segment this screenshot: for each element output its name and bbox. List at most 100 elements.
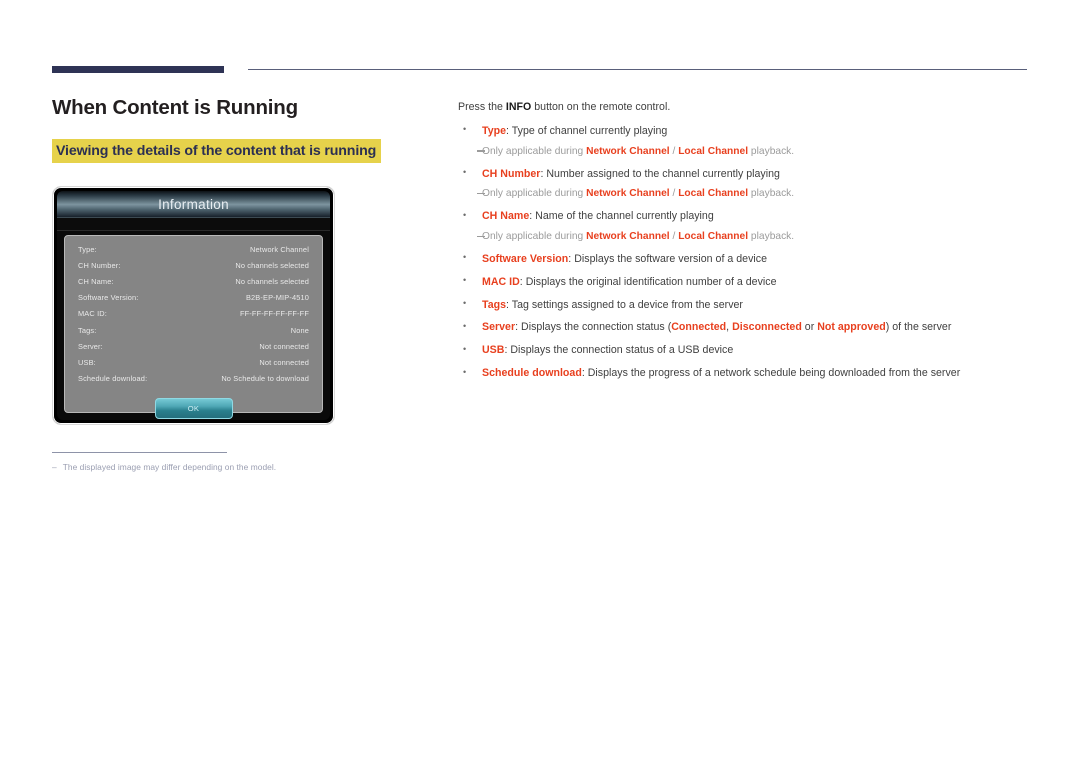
note-dash-icon (477, 235, 485, 238)
note-prefix: Only applicable during (482, 145, 587, 157)
note-channel-local: Local Channel (678, 145, 749, 157)
intro-line: Press the INFO button on the remote cont… (458, 100, 1038, 115)
dialog-inner-frame: Information Type: Network Channel CH Num… (57, 190, 330, 420)
info-row: Schedule download: No Schedule to downlo… (78, 374, 309, 390)
term-desc-a: : Displays the connection status ( (515, 321, 672, 334)
status-not-approved: Not approved (817, 321, 886, 334)
intro-after: button on the remote control. (531, 101, 671, 113)
info-value: No channels selected (235, 260, 309, 270)
ok-button[interactable]: OK (154, 398, 233, 420)
note-suffix: playback. (748, 145, 795, 157)
info-row: CH Number: No channels selected (78, 261, 309, 277)
info-label: Schedule download: (78, 374, 148, 384)
info-label: Tags: (78, 325, 97, 335)
info-label: Type: (78, 244, 97, 254)
term-desc: : Type of channel currently playing (506, 124, 668, 137)
term-desc: : Displays the progress of a network sch… (581, 367, 961, 380)
term-label: Software Version (482, 252, 569, 265)
status-connected: Connected (671, 321, 727, 334)
term-label: CH Number (482, 167, 541, 180)
term-desc: : Displays the connection status of a US… (504, 344, 734, 357)
term-label: Tags (482, 298, 507, 311)
information-dialog: Information Type: Network Channel CH Num… (52, 185, 335, 425)
right-column: Press the INFO button on the remote cont… (458, 100, 1038, 389)
note-suffix: playback. (748, 231, 795, 242)
term-label: USB (482, 344, 505, 357)
dialog-body: Type: Network Channel CH Number: No chan… (64, 234, 323, 420)
term-desc-d: ) of the server (885, 321, 952, 334)
note-channel-network: Network Channel (586, 188, 670, 200)
note-channel-network: Network Channel (586, 231, 670, 242)
term-label: Server (482, 321, 516, 334)
header-rule-group (52, 66, 1027, 76)
note-separator: / (669, 231, 679, 242)
term-desc: : Tag settings assigned to a device from… (506, 298, 743, 311)
info-row: Software Version: B2B-EP-MIP-4510 (78, 293, 309, 309)
term-desc: : Displays the software version of a dev… (568, 252, 767, 265)
intro-before: Press the (458, 101, 506, 113)
list-item: Server: Displays the connection status (… (458, 320, 1038, 335)
footnote-text: The displayed image may differ depending… (62, 461, 277, 472)
info-value: Network Channel (250, 244, 309, 254)
list-item: Tags: Tag settings assigned to a device … (458, 297, 1038, 313)
section-heading: Viewing the details of the content that … (52, 138, 382, 163)
left-column: When Content is Running Viewing the deta… (52, 96, 442, 473)
term-label: CH Name (482, 210, 530, 223)
note-channel-local: Local Channel (678, 231, 749, 242)
term-desc-c: or (801, 321, 818, 334)
info-row: Type: Network Channel (78, 245, 309, 261)
section-heading-wrap: Viewing the details of the content that … (52, 138, 442, 163)
info-label: USB: (78, 357, 96, 367)
term-desc: : Displays the original identification n… (519, 275, 777, 288)
note-separator: / (669, 188, 679, 200)
info-label: Server: (78, 341, 103, 351)
note-dash-icon (477, 192, 485, 195)
info-value: FF-FF-FF-FF-FF-FF (239, 309, 309, 319)
note-separator: / (669, 145, 679, 157)
figure-footnote-wrap: – The displayed image may differ dependi… (52, 451, 302, 473)
info-label: CH Name: (78, 276, 114, 286)
info-value: B2B-EP-MIP-4510 (245, 293, 309, 303)
info-value: No Schedule to download (221, 374, 309, 384)
info-row: CH Name: No channels selected (78, 277, 309, 293)
info-button-name: INFO (505, 101, 532, 113)
header-rule-thin (248, 69, 1027, 70)
footnote-dash: – (52, 461, 57, 472)
term-label: Type (482, 124, 507, 137)
note-channel-local: Local Channel (678, 188, 749, 200)
info-label: Software Version: (78, 293, 139, 303)
note-dash-icon (477, 150, 485, 152)
note-prefix: Only applicable during (482, 231, 587, 242)
info-value: Not connected (259, 341, 309, 351)
list-item: USB: Displays the connection status of a… (458, 343, 1038, 358)
info-value: None (290, 325, 309, 335)
info-label: MAC ID: (78, 309, 107, 319)
info-row: Server: Not connected (78, 342, 309, 358)
term-label: Schedule download (482, 367, 582, 380)
info-row: USB: Not connected (78, 358, 309, 374)
note-prefix: Only applicable during (482, 188, 587, 200)
term-desc: : Name of the channel currently playing (529, 210, 714, 223)
dialog-title-separator (57, 217, 330, 231)
list-item: CH Name: Name of the channel currently p… (458, 209, 1038, 224)
info-value: Not connected (259, 357, 309, 367)
list-item-note: Only applicable during Network Channel /… (458, 187, 1038, 202)
dialog-button-row: OK (78, 398, 309, 420)
info-row: Tags: None (78, 326, 309, 342)
term-label: MAC ID (482, 275, 520, 288)
list-item: CH Number: Number assigned to the channe… (458, 166, 1038, 182)
status-disconnected: Disconnected (732, 321, 802, 334)
list-item-note: Only applicable during Network Channel /… (458, 230, 1038, 245)
term-desc: : Number assigned to the channel current… (540, 167, 780, 180)
list-item-note: Only applicable during Network Channel /… (458, 145, 1038, 160)
info-value: No channels selected (235, 276, 309, 286)
list-item: Type: Type of channel currently playing (458, 123, 1038, 139)
list-item: Software Version: Displays the software … (458, 251, 1038, 267)
note-channel-network: Network Channel (586, 145, 670, 157)
info-row: MAC ID: FF-FF-FF-FF-FF-FF (78, 309, 309, 325)
dialog-title: Information (158, 196, 229, 212)
list-item: MAC ID: Displays the original identifica… (458, 274, 1038, 290)
footnote-rule (52, 451, 227, 453)
list-item: Schedule download: Displays the progress… (458, 366, 1038, 381)
figure-footnote: – The displayed image may differ dependi… (52, 462, 302, 473)
